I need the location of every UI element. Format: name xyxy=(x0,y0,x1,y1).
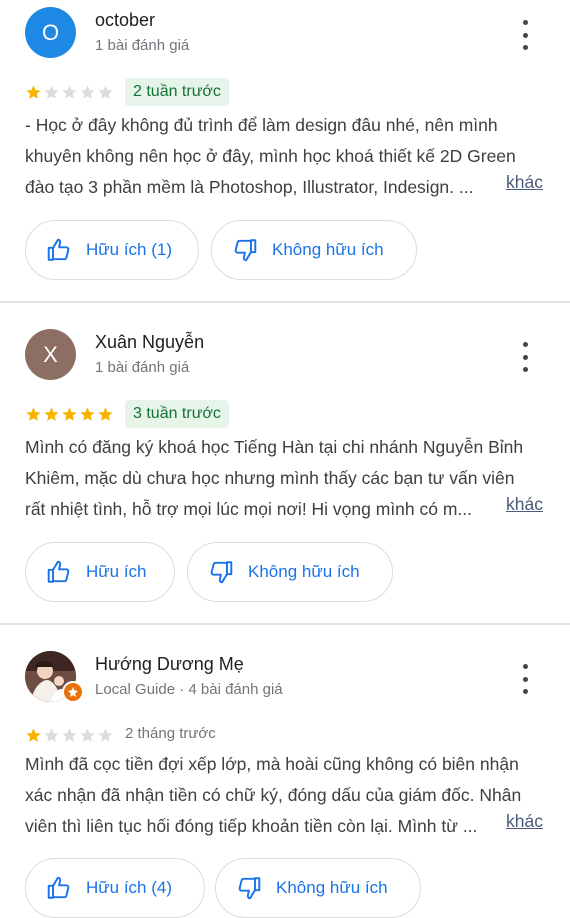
star-rating xyxy=(25,406,114,423)
not-helpful-label: Không hữu ích xyxy=(276,878,388,897)
review-text-line: khuyên không nên học ở đây, mình học kho… xyxy=(25,146,516,166)
not-helpful-label: Không hữu ích xyxy=(272,240,384,259)
helpful-label: Hữu ích (4) xyxy=(86,878,173,897)
more-options-icon[interactable] xyxy=(514,342,536,372)
star-empty-icon xyxy=(80,85,95,99)
star-filled-icon xyxy=(26,728,41,742)
thumbs-up-icon xyxy=(47,560,70,583)
star-empty-icon xyxy=(44,85,59,99)
star-empty-icon xyxy=(98,85,113,99)
divider xyxy=(0,301,570,303)
star-filled-icon xyxy=(44,407,59,421)
review-text: Mình có đăng ký khoá học Tiếng Hàn tại c… xyxy=(25,432,525,525)
avatar[interactable]: O xyxy=(25,7,76,58)
read-more-link[interactable]: khác xyxy=(506,172,543,193)
avatar-letter: X xyxy=(43,341,58,367)
star-filled-icon xyxy=(98,407,113,421)
star-filled-icon xyxy=(26,85,41,99)
not-helpful-label: Không hữu ích xyxy=(248,562,360,581)
star-empty-icon xyxy=(80,728,95,742)
review-text-line: Khiêm, mặc dù chưa học nhưng mình thấy c… xyxy=(25,468,515,488)
not-helpful-button[interactable]: Không hữu ích xyxy=(215,858,421,918)
star-filled-icon xyxy=(26,407,41,421)
helpful-button[interactable]: Hữu ích (1) xyxy=(25,220,199,280)
star-empty-icon xyxy=(44,728,59,742)
star-filled-icon xyxy=(80,407,95,421)
review-text: Mình đã cọc tiền đợi xếp lớp, mà hoài cũ… xyxy=(25,749,525,842)
reviewer-name[interactable]: october xyxy=(95,10,155,31)
star-rating xyxy=(25,727,114,744)
review-time-badge: 3 tuần trước xyxy=(125,400,229,428)
review-text-line: viên thì liên tục hối đóng tiếp khoản ti… xyxy=(25,816,478,836)
review-text-line: rất nhiệt tình, hỗ trợ mọi lúc mọi nơi! … xyxy=(25,499,473,519)
local-guide-badge-icon xyxy=(62,681,84,703)
not-helpful-button[interactable]: Không hữu ích xyxy=(211,220,417,280)
avatar-letter: O xyxy=(41,19,60,45)
star-empty-icon xyxy=(98,728,113,742)
reviewer-meta: 1 bài đánh giá xyxy=(95,37,190,54)
review-text-line: xác nhận đã nhận tiền có chữ ký, đóng dấ… xyxy=(25,785,522,805)
star-filled-icon xyxy=(62,407,77,421)
review-text: - Học ở đây không đủ trình để làm design… xyxy=(25,110,525,203)
read-more-link[interactable]: khác xyxy=(506,811,543,832)
helpful-button[interactable]: Hữu ích (4) xyxy=(25,858,205,918)
read-more-link[interactable]: khác xyxy=(506,494,543,515)
review-time: 2 tháng trước xyxy=(125,725,216,742)
helpful-button[interactable]: Hữu ích xyxy=(25,542,175,602)
thumbs-down-icon xyxy=(238,877,261,900)
star-rating xyxy=(25,84,114,101)
avatar[interactable]: X xyxy=(25,329,76,380)
reviewer-name[interactable]: Hướng Dương Mẹ xyxy=(95,654,244,675)
star-empty-icon xyxy=(62,85,77,99)
helpful-label: Hữu ích (1) xyxy=(86,240,173,259)
review-text-line: đào tạo 3 phần mềm là Photoshop, Illustr… xyxy=(25,177,474,197)
helpful-label: Hữu ích xyxy=(86,562,147,581)
thumbs-up-icon xyxy=(47,876,70,899)
reviewer-name[interactable]: Xuân Nguyễn xyxy=(95,332,204,353)
review-time-badge: 2 tuần trước xyxy=(125,78,229,106)
star-empty-icon xyxy=(62,728,77,742)
thumbs-down-icon xyxy=(210,561,233,584)
reviewer-meta: 1 bài đánh giá xyxy=(95,359,190,376)
not-helpful-button[interactable]: Không hữu ích xyxy=(187,542,393,602)
divider xyxy=(0,623,570,625)
reviewer-meta: Local Guide · 4 bài đánh giá xyxy=(95,681,283,698)
thumbs-down-icon xyxy=(234,239,257,262)
more-options-icon[interactable] xyxy=(514,20,536,50)
more-options-icon[interactable] xyxy=(514,664,536,694)
review-text-line: Mình có đăng ký khoá học Tiếng Hàn tại c… xyxy=(25,437,524,457)
review-text-line: Mình đã cọc tiền đợi xếp lớp, mà hoài cũ… xyxy=(25,754,519,774)
review-text-line: - Học ở đây không đủ trình để làm design… xyxy=(25,115,498,135)
thumbs-up-icon xyxy=(47,238,70,261)
